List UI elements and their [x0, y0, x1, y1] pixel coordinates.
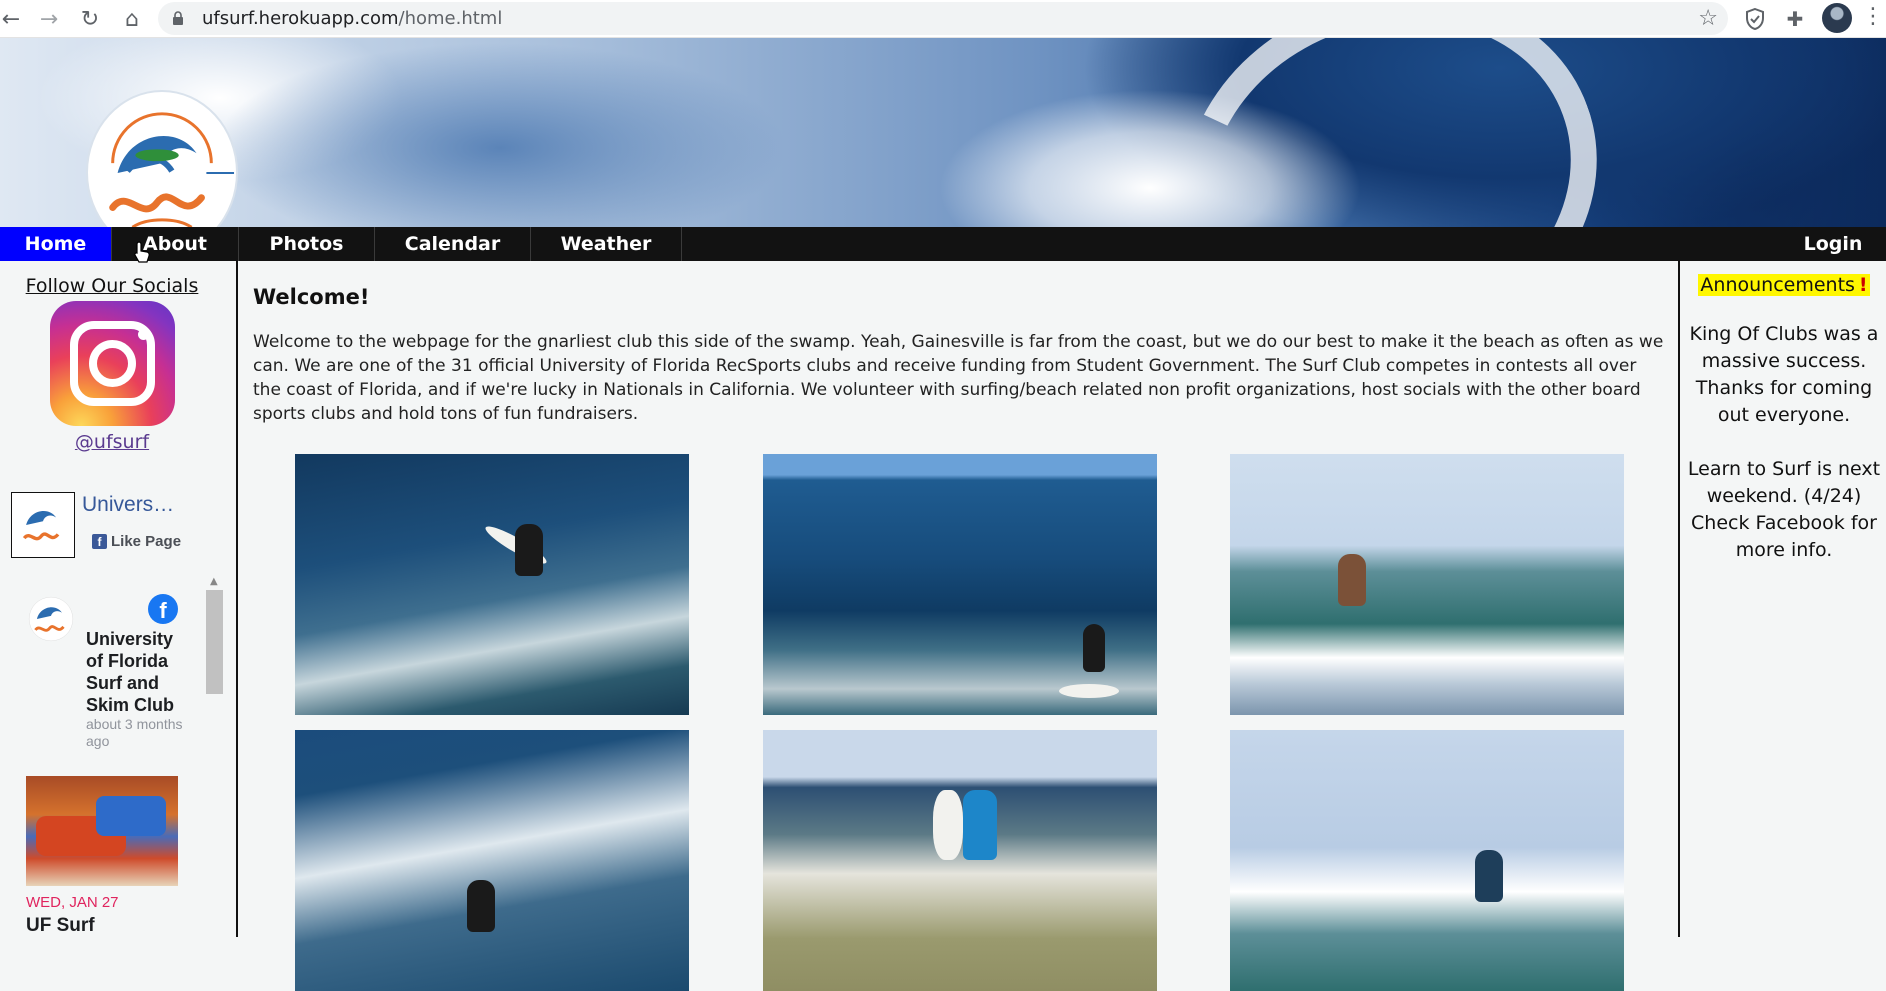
instagram-icon[interactable] [50, 301, 175, 426]
fb-page-name[interactable]: Univers… [82, 493, 192, 517]
surf-photo-5[interactable] [763, 730, 1157, 991]
address-bar[interactable]: ufsurf.herokuapp.com/home.html ☆ [158, 2, 1728, 35]
main-content: Welcome! Welcome to the webpage for the … [240, 261, 1678, 991]
reload-icon[interactable]: ↻ [75, 4, 105, 34]
surf-photo-2[interactable] [763, 454, 1157, 715]
fb-post-author[interactable]: University of Florida Surf and Skim Club [86, 628, 194, 716]
fb-event-image[interactable] [26, 776, 178, 886]
hand-cursor-icon [134, 241, 150, 263]
announcements-title: Announcements [1698, 274, 1857, 296]
fb-event-title[interactable]: UF Surf [26, 915, 95, 937]
uf-surf-logo[interactable] [86, 90, 238, 227]
fb-event-date: WED, JAN 27 [26, 894, 119, 911]
fb-like-page-button[interactable]: f Like Page [92, 531, 181, 551]
surf-photo-6[interactable] [1230, 730, 1624, 991]
surf-photo-1[interactable] [295, 454, 689, 715]
fb-like-label: Like Page [111, 532, 182, 550]
url-host: ufsurf.herokuapp.com [202, 8, 399, 29]
right-sidebar: Announcements! King Of Clubs was a massi… [1678, 261, 1886, 937]
nav-calendar[interactable]: Calendar [375, 227, 531, 261]
home-icon[interactable]: ⌂ [117, 4, 147, 34]
menu-kebab-icon[interactable]: ⋮ [1862, 4, 1884, 29]
scroll-up-arrow-icon[interactable]: ▲ [210, 576, 218, 587]
logo-emblem-icon [109, 111, 235, 227]
shield-extension-icon[interactable] [1742, 6, 1768, 32]
nav-weather[interactable]: Weather [531, 227, 682, 261]
instagram-handle-link[interactable]: @ufsurf [0, 431, 224, 453]
forward-icon[interactable]: → [34, 4, 64, 34]
facebook-logo-icon: f [148, 594, 178, 624]
main-nav: Home About Photos Calendar Weather Login [0, 227, 1886, 261]
announcements-list: King Of Clubs was a massive success. Tha… [1686, 321, 1882, 591]
surf-photo-4[interactable] [295, 730, 689, 991]
exclamation-icon: ! [1856, 274, 1870, 296]
nav-about[interactable]: About [112, 227, 239, 261]
welcome-paragraph: Welcome to the webpage for the gnarliest… [253, 332, 1664, 424]
nav-login[interactable]: Login [1780, 227, 1886, 261]
puzzle-extensions-icon[interactable]: ✚ [1782, 6, 1808, 32]
fb-post-avatar[interactable] [26, 594, 76, 644]
surf-photo-3[interactable] [1230, 454, 1624, 715]
fb-page-logo[interactable] [11, 492, 75, 558]
browser-toolbar: ← → ↻ ⌂ ufsurf.herokuapp.com/home.html ☆… [0, 0, 1886, 38]
announcement-item: Learn to Surf is next weekend. (4/24) Ch… [1687, 458, 1881, 561]
fb-post-time: about 3 months ago [86, 716, 183, 749]
url-text: ufsurf.herokuapp.com/home.html [202, 8, 502, 29]
profile-avatar[interactable] [1822, 3, 1852, 33]
fb-feed-scrollbar[interactable]: ▲ [206, 576, 223, 696]
bookmark-star-icon[interactable]: ☆ [1698, 6, 1718, 31]
nav-home[interactable]: Home [0, 227, 112, 261]
announcement-item: King Of Clubs was a massive success. Tha… [1689, 323, 1879, 426]
follow-socials-heading: Follow Our Socials [25, 275, 199, 297]
scrollbar-thumb[interactable] [206, 590, 223, 694]
nav-photos[interactable]: Photos [239, 227, 375, 261]
page-title: Welcome! [253, 285, 370, 309]
facebook-f-icon: f [92, 533, 107, 549]
announcements-heading: Announcements! [1680, 274, 1886, 296]
back-icon[interactable]: ← [0, 4, 26, 34]
wave-curl [1131, 38, 1649, 227]
wave-banner [0, 38, 1886, 227]
lock-icon [173, 11, 183, 25]
url-path: /home.html [398, 8, 503, 29]
